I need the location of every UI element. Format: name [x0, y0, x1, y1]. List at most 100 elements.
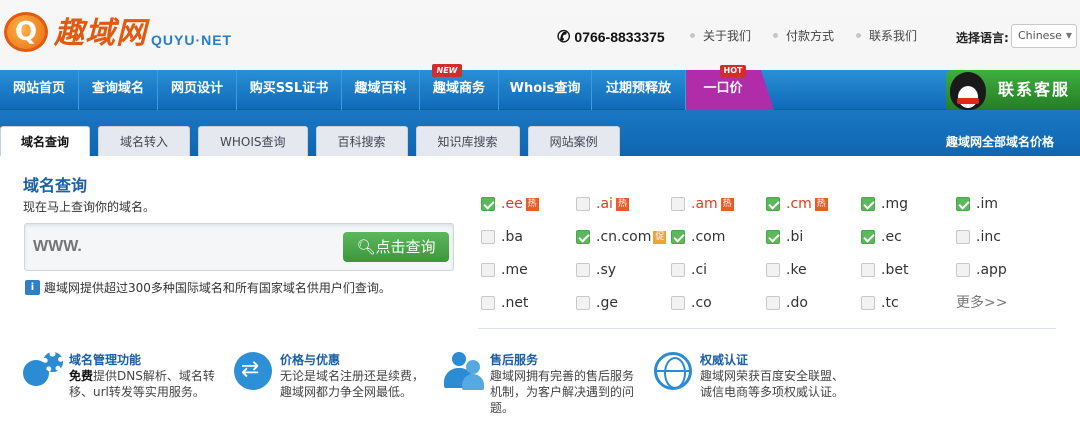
- domain-option[interactable]: .im: [956, 196, 998, 212]
- domain-checkbox[interactable]: [576, 296, 590, 310]
- domain-checkbox[interactable]: [861, 230, 875, 244]
- domain-option[interactable]: .co: [671, 295, 712, 311]
- tab-bar: 域名查询 域名转入 WHOIS查询 百科搜索 知识库搜索 网站案例: [0, 110, 1080, 156]
- domain-checkbox[interactable]: [956, 197, 970, 211]
- domain-checkbox[interactable]: [956, 230, 970, 244]
- domain-name: .am: [691, 196, 718, 212]
- domain-option[interactable]: .mg: [861, 196, 908, 212]
- nav-home[interactable]: 网站首页: [0, 70, 79, 110]
- domain-option[interactable]: .net: [481, 295, 528, 311]
- domain-checkbox[interactable]: [766, 230, 780, 244]
- tab-domain-transfer[interactable]: 域名转入: [98, 126, 191, 156]
- nav-ssl[interactable]: 购买SSL证书: [237, 70, 342, 110]
- search-icon: 🔍︎: [356, 238, 376, 256]
- domain-option[interactable]: .do: [766, 295, 808, 311]
- domain-option[interactable]: .ci: [671, 262, 707, 278]
- nav-web-design[interactable]: 网页设计: [158, 70, 237, 110]
- domain-option[interactable]: .am 热: [671, 196, 734, 212]
- domain-option[interactable]: .ba: [481, 229, 523, 245]
- domain-name: .app: [976, 262, 1007, 278]
- domain-name: .bet: [881, 262, 909, 278]
- domain-checkbox[interactable]: [861, 197, 875, 211]
- feature-title: 权威认证: [700, 353, 749, 367]
- domain-option[interactable]: .cn.com 促: [576, 229, 667, 245]
- domain-option[interactable]: .inc: [956, 229, 1001, 245]
- domain-checkbox[interactable]: [576, 230, 590, 244]
- domain-name: .im: [976, 196, 998, 212]
- all-prices-link[interactable]: 趣域网全部域名价格: [946, 133, 1054, 150]
- domain-search-input[interactable]: [33, 232, 333, 262]
- feature-desc: 无论是域名注册还是续费，趣域网都力争全网最低。: [280, 369, 425, 399]
- phone-number: ✆ 0766-8833375: [557, 27, 665, 47]
- tab-wiki-search[interactable]: 百科搜索: [315, 126, 408, 156]
- penguin-icon: [950, 72, 986, 110]
- phone-icon: ✆: [557, 29, 571, 46]
- logo[interactable]: Q 趣域网 QUYU·NET: [4, 12, 232, 52]
- nav-expired[interactable]: 过期预释放: [592, 70, 686, 110]
- contact-service-label: 联系客服: [998, 80, 1071, 99]
- domain-option[interactable]: .ke: [766, 262, 807, 278]
- domain-checkbox[interactable]: [956, 263, 970, 277]
- language-select[interactable]: Chinese ▼: [1011, 24, 1077, 48]
- tab-domain-query[interactable]: 域名查询: [0, 126, 91, 156]
- domain-checkbox[interactable]: [671, 197, 685, 211]
- about-link[interactable]: 关于我们: [690, 27, 751, 44]
- domain-checkbox[interactable]: [481, 296, 495, 310]
- globe-icon: [654, 352, 692, 390]
- nav-domain-query[interactable]: 查询域名: [79, 70, 158, 110]
- domain-checkbox[interactable]: [766, 197, 780, 211]
- search-button-label: 点击查询: [375, 238, 436, 256]
- language-label: 选择语言:: [956, 31, 1009, 45]
- domain-name: .tc: [881, 295, 899, 311]
- domain-checkbox[interactable]: [671, 263, 685, 277]
- hot-badge: HOT: [720, 65, 746, 77]
- new-badge: NEW: [432, 64, 462, 77]
- domain-name: .me: [501, 262, 528, 278]
- domain-option[interactable]: .ge: [576, 295, 618, 311]
- domain-option[interactable]: .cm 热: [766, 196, 828, 212]
- tab-whois[interactable]: WHOIS查询: [198, 126, 308, 156]
- hot-badge: 热: [814, 197, 828, 211]
- feature-title: 售后服务: [490, 353, 539, 367]
- domain-checkbox[interactable]: [576, 263, 590, 277]
- domain-checkbox[interactable]: [861, 263, 875, 277]
- logo-icon: Q: [4, 12, 48, 52]
- shuffle-icon: [234, 352, 272, 390]
- domain-checkbox[interactable]: [481, 197, 495, 211]
- domain-option[interactable]: .tc: [861, 295, 899, 311]
- contact-service-button[interactable]: 联系客服: [946, 70, 1080, 110]
- domain-name: .net: [501, 295, 529, 311]
- domain-option[interactable]: .me: [481, 262, 528, 278]
- domain-checkbox[interactable]: [766, 263, 780, 277]
- tab-kb-search[interactable]: 知识库搜索: [415, 126, 520, 156]
- domain-option[interactable]: .sy: [576, 262, 616, 278]
- domain-option[interactable]: .app: [956, 262, 1007, 278]
- domain-option[interactable]: .bet: [861, 262, 908, 278]
- feature-desc-bold: 免费: [69, 369, 94, 383]
- domain-option[interactable]: .ec: [861, 229, 902, 245]
- payment-link[interactable]: 付款方式: [773, 27, 834, 44]
- domain-option[interactable]: .ai 热: [576, 196, 629, 212]
- domain-option[interactable]: .com: [671, 229, 725, 245]
- search-button[interactable]: 🔍︎点击查询: [343, 232, 449, 262]
- feature-desc: 趣域网拥有完善的售后服务机制，为客户解决遇到的问题。: [490, 369, 635, 415]
- domain-checkbox[interactable]: [576, 197, 590, 211]
- divider: [478, 328, 1056, 329]
- domain-checkbox[interactable]: [481, 263, 495, 277]
- domain-name: .com: [691, 229, 726, 245]
- tab-cases[interactable]: 网站案例: [527, 126, 620, 156]
- domain-checkbox[interactable]: [671, 230, 685, 244]
- nav-whois[interactable]: Whois查询: [499, 70, 592, 110]
- domain-checkbox[interactable]: [861, 296, 875, 310]
- domain-checkbox[interactable]: [481, 230, 495, 244]
- domain-name: .co: [691, 295, 712, 311]
- domain-name: .mg: [881, 196, 908, 212]
- domain-option[interactable]: .ee 热: [481, 196, 539, 212]
- domain-name: .ci: [691, 262, 708, 278]
- domain-option[interactable]: .bi: [766, 229, 803, 245]
- domain-checkbox[interactable]: [766, 296, 780, 310]
- nav-wiki[interactable]: 趣域百科: [342, 70, 420, 110]
- contact-link[interactable]: 联系我们: [856, 27, 917, 44]
- domain-checkbox[interactable]: [671, 296, 685, 310]
- more-link[interactable]: 更多>>: [956, 292, 1007, 312]
